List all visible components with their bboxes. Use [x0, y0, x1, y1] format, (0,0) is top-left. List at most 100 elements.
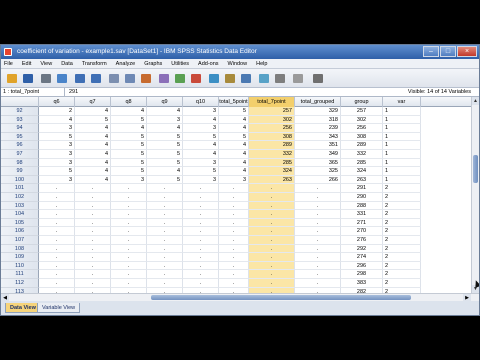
cell-value-editor[interactable]: 291	[69, 88, 78, 97]
horizontal-scroll-thumb[interactable]	[151, 295, 411, 300]
goto-variable-button[interactable]	[123, 72, 137, 85]
menu-graphs[interactable]: Graphs	[144, 59, 162, 68]
grid-cell[interactable]	[147, 253, 183, 262]
spell-check-button[interactable]	[311, 72, 325, 85]
grid-cell[interactable]	[39, 244, 75, 254]
grid-cell[interactable]: 2	[383, 279, 421, 288]
grid-cell[interactable]	[111, 279, 147, 288]
grid-cell[interactable]: 298	[341, 270, 383, 279]
grid-cell[interactable]	[147, 201, 183, 211]
grid-cell[interactable]: 5	[147, 141, 183, 150]
grid-cell[interactable]	[39, 270, 75, 279]
grid-cell[interactable]	[183, 227, 219, 236]
grid-cell[interactable]: 2	[383, 253, 421, 262]
grid-cell[interactable]: 1	[383, 175, 421, 185]
menu-data[interactable]: Data	[61, 59, 73, 68]
grid-cell[interactable]: 2	[383, 270, 421, 279]
menu-add-ons[interactable]: Add-ons	[198, 59, 219, 68]
row-number[interactable]: 104	[1, 210, 39, 219]
grid-cell[interactable]: 4	[75, 158, 111, 168]
grid-cell[interactable]	[75, 193, 111, 202]
grid-cell[interactable]: 271	[341, 218, 383, 228]
grid-cell[interactable]: 1	[383, 124, 421, 133]
grid-cell[interactable]: 296	[341, 261, 383, 271]
grid-cell[interactable]: 3	[183, 124, 219, 133]
grid-cell[interactable]	[249, 227, 295, 236]
column-header-var[interactable]: var	[383, 97, 421, 107]
grid-cell[interactable]	[75, 261, 111, 271]
open-folder-button[interactable]	[5, 72, 19, 85]
tab-data-view[interactable]: Data View	[5, 303, 41, 313]
grid-cell[interactable]: 2	[383, 244, 421, 254]
grid-cell[interactable]: 5	[39, 167, 75, 176]
grid-cell[interactable]: 3	[183, 175, 219, 185]
grid-cell[interactable]: 5	[147, 150, 183, 159]
save-disk-button[interactable]	[21, 72, 35, 85]
grid-cell[interactable]: 325	[295, 167, 341, 176]
grid-cell[interactable]	[249, 261, 295, 271]
row-number[interactable]: 110	[1, 261, 39, 271]
grid-cell[interactable]: 302	[249, 115, 295, 125]
grid-cell[interactable]: 5	[111, 115, 147, 125]
grid-cell[interactable]	[75, 201, 111, 211]
column-header-q10[interactable]: q10	[183, 97, 219, 107]
grid-cell[interactable]	[147, 218, 183, 228]
grid-cell[interactable]	[249, 218, 295, 228]
grid-cell[interactable]: 4	[75, 141, 111, 150]
grid-cell[interactable]: 4	[219, 158, 249, 168]
grid-cell[interactable]	[219, 279, 249, 288]
grid-cell[interactable]: 4	[183, 141, 219, 150]
insert-variable-button[interactable]	[189, 72, 203, 85]
grid-cell[interactable]	[111, 236, 147, 245]
grid-cell[interactable]	[219, 201, 249, 211]
grid-cell[interactable]: 4	[147, 167, 183, 176]
grid-cell[interactable]	[219, 210, 249, 219]
menu-file[interactable]: File	[4, 59, 13, 68]
grid-cell[interactable]: 343	[295, 132, 341, 142]
grid-cell[interactable]	[75, 184, 111, 193]
grid-cell[interactable]	[219, 193, 249, 202]
grid-cell[interactable]	[295, 201, 341, 211]
grid-cell[interactable]	[295, 184, 341, 193]
grid-cell[interactable]	[75, 279, 111, 288]
grid-cell[interactable]	[183, 261, 219, 271]
row-number[interactable]: 112	[1, 279, 39, 288]
grid-cell[interactable]	[147, 193, 183, 202]
grid-cell[interactable]	[75, 253, 111, 262]
grid-cell[interactable]	[249, 184, 295, 193]
grid-cell[interactable]	[147, 227, 183, 236]
grid-cell[interactable]: 4	[75, 175, 111, 185]
grid-cell[interactable]: 292	[341, 244, 383, 254]
grid-cell[interactable]	[295, 279, 341, 288]
grid-cell[interactable]: 5	[183, 132, 219, 142]
grid-cell[interactable]	[183, 184, 219, 193]
column-header-q7[interactable]: q7	[75, 97, 111, 107]
grid-cell[interactable]: 2	[383, 184, 421, 193]
find-button[interactable]	[157, 72, 171, 85]
grid-cell[interactable]: 1	[383, 167, 421, 176]
goto-case-button[interactable]	[107, 72, 121, 85]
undo-button[interactable]	[73, 72, 87, 85]
grid-cell[interactable]	[249, 201, 295, 211]
grid-cell[interactable]: 308	[249, 132, 295, 142]
grid-cell[interactable]: 289	[341, 141, 383, 150]
row-number[interactable]: 105	[1, 218, 39, 228]
grid-cell[interactable]: 4	[183, 150, 219, 159]
grid-cell[interactable]	[111, 244, 147, 254]
grid-cell[interactable]	[219, 270, 249, 279]
column-header-total-grouped[interactable]: total_grouped	[295, 97, 341, 107]
grid-cell[interactable]	[39, 279, 75, 288]
column-header-q6[interactable]: q6	[39, 97, 75, 107]
grid-cell[interactable]: 4	[75, 167, 111, 176]
grid-cell[interactable]	[75, 227, 111, 236]
vertical-scroll-thumb[interactable]	[473, 155, 478, 183]
grid-cell[interactable]: 4	[183, 115, 219, 125]
grid-cell[interactable]	[39, 218, 75, 228]
grid-cell[interactable]	[111, 201, 147, 211]
grid-cell[interactable]	[183, 236, 219, 245]
row-number[interactable]: 98	[1, 158, 39, 168]
grid-cell[interactable]: 332	[341, 150, 383, 159]
grid-cell[interactable]	[147, 261, 183, 271]
grid-cell[interactable]: 324	[341, 167, 383, 176]
grid-cell[interactable]: 331	[341, 210, 383, 219]
